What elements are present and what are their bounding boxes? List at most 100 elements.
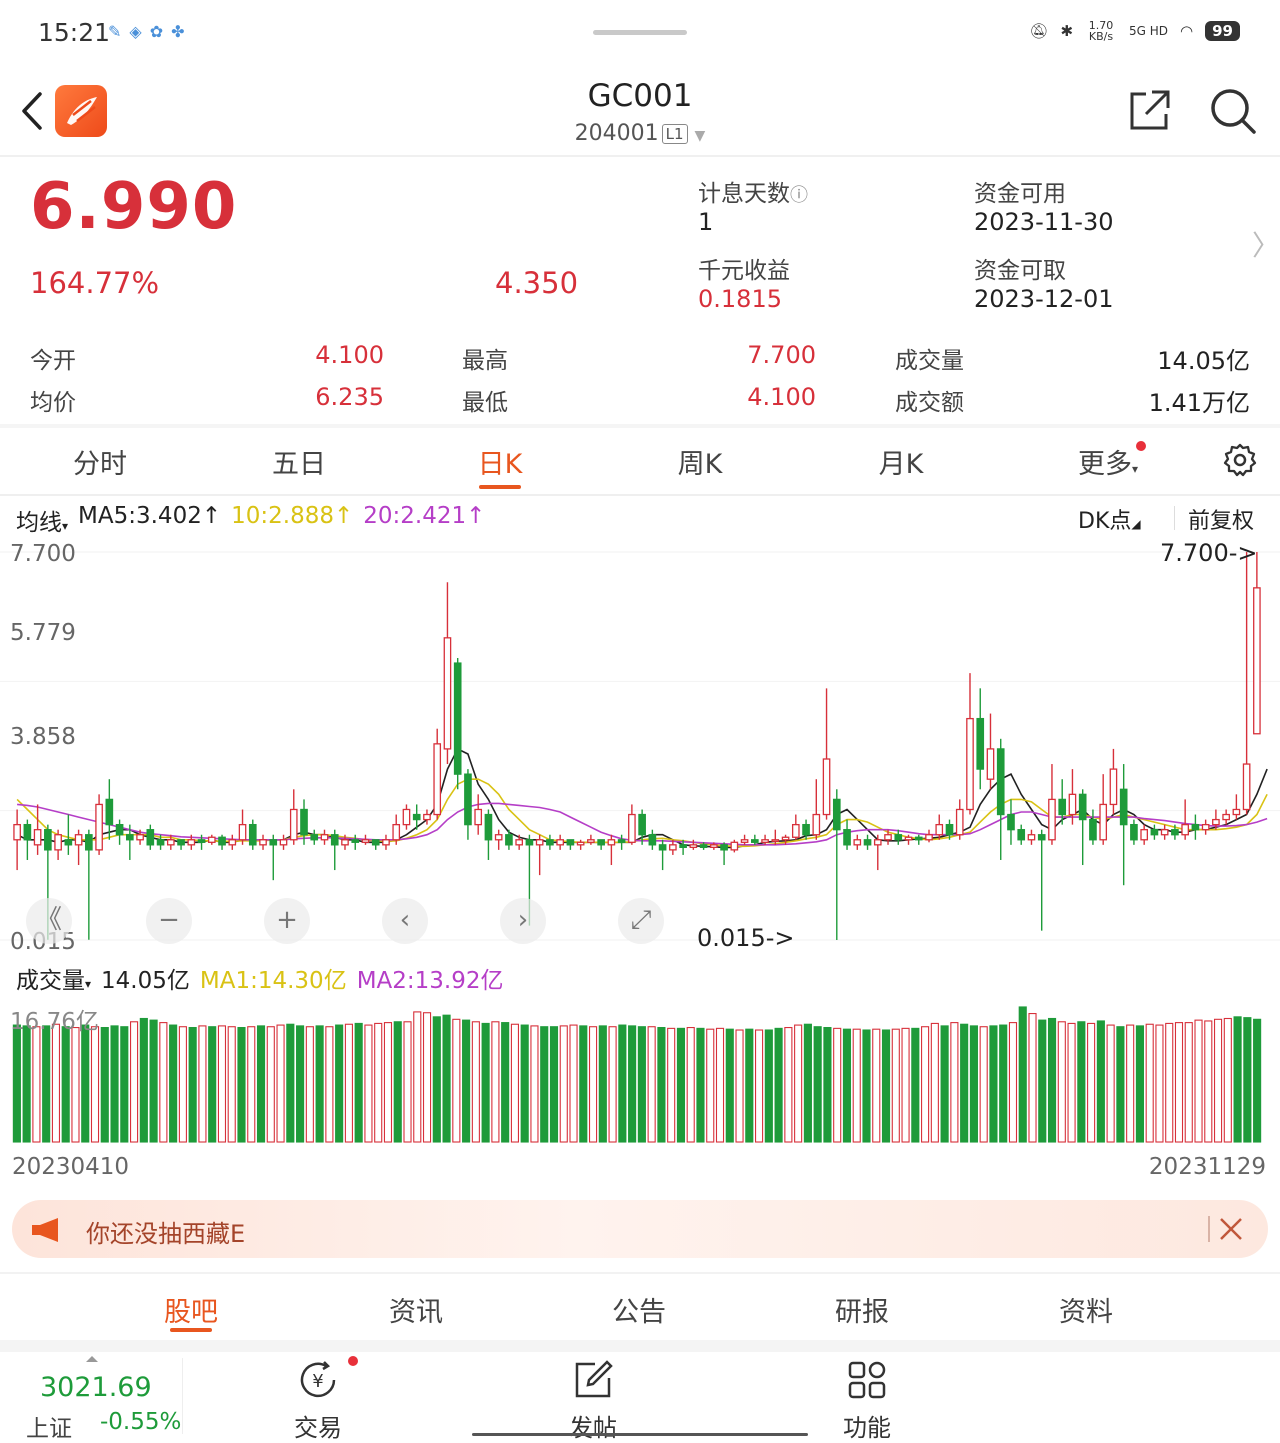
volume-legend-row: 成交量▾ 14.05亿 MA1:14.30亿 MA2:13.92亿 [16,961,504,995]
candle-body [412,813,421,821]
candle-body [853,839,862,846]
tab-daily-k[interactable]: 日K [430,442,570,481]
candle-body [505,834,513,846]
candle-body [126,834,134,841]
volume-selector-label: 成交量 [16,968,85,994]
tab-more-label: 更多 [1077,449,1132,480]
candle-body [1201,823,1210,831]
candle-body [607,839,616,846]
trade-icon[interactable]: ¥ [296,1358,340,1402]
subtab-profile[interactable]: 资料 [1016,1290,1156,1329]
latest-price: 6.990 [30,170,238,244]
date-end: 20231129 [1148,1154,1266,1180]
candle-body [1058,798,1067,816]
nav-trade-label[interactable]: 交易 [268,1408,368,1443]
functions-grid-icon[interactable] [845,1358,889,1402]
candle-body [914,836,923,841]
subtab-research[interactable]: 研报 [792,1290,932,1329]
fullscreen-button[interactable]: ⤢ [618,898,664,944]
candle-body [802,823,810,836]
share-icon[interactable] [1128,88,1172,132]
candle-body [710,844,718,849]
volume-bar [569,1024,578,1143]
funds-withdraw-label: 资金可取 [974,258,1066,284]
subtab-forum[interactable]: 股吧 [121,1290,261,1329]
candle-body [207,836,216,843]
ma-selector[interactable]: 均线▾ [16,503,68,537]
security-code-row[interactable]: 204001 L1 ▼ [0,121,1280,146]
volume-current: 14.05亿 [101,968,190,994]
candle-body [392,823,401,841]
index-expand-icon[interactable] [86,1356,98,1362]
adjust-button[interactable]: 前复权 [1188,503,1254,535]
avg-value: 6.235 [315,383,384,411]
tab-monthly-k[interactable]: 月K [831,442,971,481]
volume-chart[interactable] [0,994,1280,1144]
subtab-news[interactable]: 资讯 [346,1290,486,1329]
candle-body [464,773,472,826]
volume-bar [1047,1017,1057,1143]
wifi-icon: ◠ [1180,22,1194,40]
status-right-cluster: 🔕︎ ✱ 1.70 KB/s 5G HD ◠ 99 [1029,20,1240,42]
candle-body [1140,829,1148,841]
volume-bar [911,1027,920,1143]
candle-body [761,839,769,843]
open-label: 今开 [30,348,76,374]
avg-label: 均价 [30,390,76,416]
volume-caret-icon: ▾ [85,977,92,991]
volume-bar [32,1026,41,1143]
nav-post-label[interactable]: 发帖 [543,1408,643,1443]
scroll-left-button[interactable]: ‹ [382,898,428,944]
help-icon[interactable]: ⓘ [790,185,808,206]
volume-bar [90,1026,100,1143]
close-icon[interactable] [1218,1216,1244,1242]
expand-chevron-icon[interactable]: 〉 [1252,224,1280,264]
dk-point-button[interactable]: DK点◢ [1078,503,1141,535]
candle-body [1181,823,1189,836]
high-label: 最高 [462,348,508,374]
candle-body [433,743,442,816]
volume-bar [22,1025,31,1143]
candle-body [494,834,503,841]
candle-body [402,808,411,826]
home-indicator[interactable] [472,1433,808,1436]
volume-bar [61,1026,70,1143]
zoom-in-button[interactable]: + [264,898,310,944]
candle-body [33,829,42,846]
tab-five-day[interactable]: 五日 [229,442,369,481]
compose-icon[interactable] [571,1358,615,1402]
volume-bar [735,1029,744,1143]
volume-bar [149,1019,158,1143]
volume-bar [901,1027,910,1143]
candle-body [556,839,564,846]
grab-handle[interactable] [593,30,687,35]
dropdown-arrow-icon[interactable]: ▼ [695,128,706,144]
tab-more[interactable]: 更多▾ [1038,442,1178,481]
volume-bar [51,1023,61,1143]
candle-body [740,839,749,843]
jump-start-button[interactable]: 《 [26,898,72,944]
candle-body [320,834,329,841]
candle-body [187,839,196,846]
volume-selector[interactable]: 成交量▾ [16,961,91,995]
volume-bar [921,1026,930,1143]
scroll-right-button[interactable]: › [500,898,546,944]
nav-functions-label[interactable]: 功能 [817,1408,917,1443]
banner-text[interactable]: 你还没抽西藏E [86,1214,245,1249]
volume-y-max: 16.76亿 [10,1009,99,1035]
search-icon[interactable] [1208,86,1258,136]
candle-body [1099,803,1108,841]
index-value[interactable]: 3021.69 [40,1372,152,1403]
zoom-out-button[interactable]: − [146,898,192,944]
candle-body [423,813,431,821]
signal-label: 5G HD [1129,24,1169,38]
gear-icon[interactable] [1222,442,1258,478]
volume-bar [12,1024,21,1143]
bottom-band [0,1340,1280,1352]
volume-bar [413,1011,422,1143]
tab-weekly-k[interactable]: 周K [630,442,770,481]
tab-intraday[interactable]: 分时 [30,442,170,481]
kline-candles [13,552,1261,940]
subtab-announcements[interactable]: 公告 [569,1290,709,1329]
kline-chart[interactable] [0,536,1280,954]
